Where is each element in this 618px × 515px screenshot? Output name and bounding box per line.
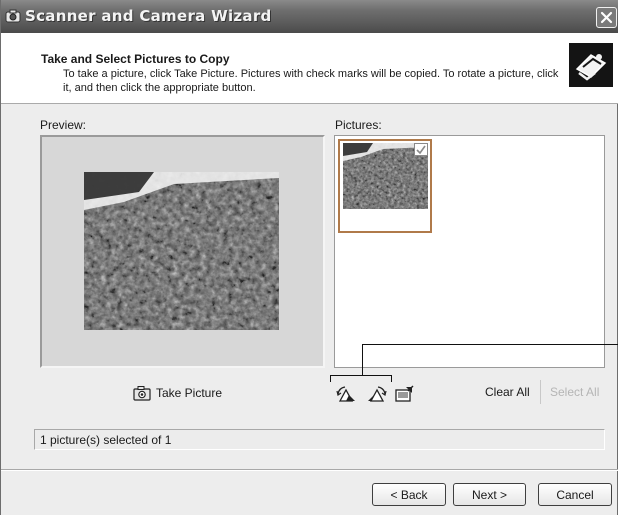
next-button-label: Next > [471, 487, 507, 502]
back-button-label: < Back [390, 487, 428, 502]
camera-icon [5, 9, 21, 23]
cancel-button-label: Cancel [556, 487, 594, 502]
back-button[interactable]: < Back [372, 483, 446, 506]
rotate-left-button[interactable] [336, 385, 358, 403]
preview-pane [40, 135, 325, 368]
wizard-window: Scanner and Camera Wizard Take and Selec… [0, 0, 618, 515]
preview-label: Preview: [40, 118, 87, 132]
callout-line [362, 344, 363, 376]
camera-wizard-icon [569, 43, 613, 87]
title-bar[interactable]: Scanner and Camera Wizard [1, 0, 618, 33]
next-button[interactable]: Next > [453, 483, 526, 506]
status-text: 1 picture(s) selected of 1 [40, 433, 172, 447]
close-icon [600, 11, 613, 24]
page-instructions: To take a picture, click Take Picture. P… [63, 68, 559, 94]
camera-icon [133, 386, 151, 401]
wizard-header: Take and Select Pictures to Copy To take… [1, 33, 618, 104]
callout-line [362, 344, 618, 345]
footer-divider [1, 469, 618, 471]
rotate-right-icon [368, 386, 387, 402]
select-all-button[interactable]: Select All [550, 385, 599, 399]
clear-all-button[interactable]: Clear All [485, 385, 530, 399]
preview-image [84, 172, 279, 330]
callout-bracket [330, 375, 392, 376]
rotate-left-icon [336, 386, 355, 402]
check-icon [416, 145, 426, 155]
pictures-label: Pictures: [335, 118, 382, 132]
selection-status: 1 picture(s) selected of 1 [34, 429, 605, 450]
copy-checkbox[interactable] [414, 143, 428, 156]
callout-bracket [330, 375, 331, 382]
cancel-button[interactable]: Cancel [538, 483, 612, 506]
page-title: Take and Select Pictures to Copy [41, 52, 230, 66]
callout-bracket [391, 375, 392, 382]
toolbar-separator [540, 380, 541, 404]
window-title: Scanner and Camera Wizard [25, 7, 272, 25]
close-button[interactable] [596, 7, 617, 28]
pictures-list[interactable] [334, 135, 605, 368]
properties-button[interactable] [394, 385, 416, 403]
properties-icon [395, 385, 414, 402]
rotate-right-button[interactable] [365, 385, 387, 403]
take-picture-label: Take Picture [156, 386, 223, 400]
take-picture-button[interactable]: Take Picture [133, 384, 222, 402]
picture-thumbnail[interactable] [338, 139, 432, 233]
